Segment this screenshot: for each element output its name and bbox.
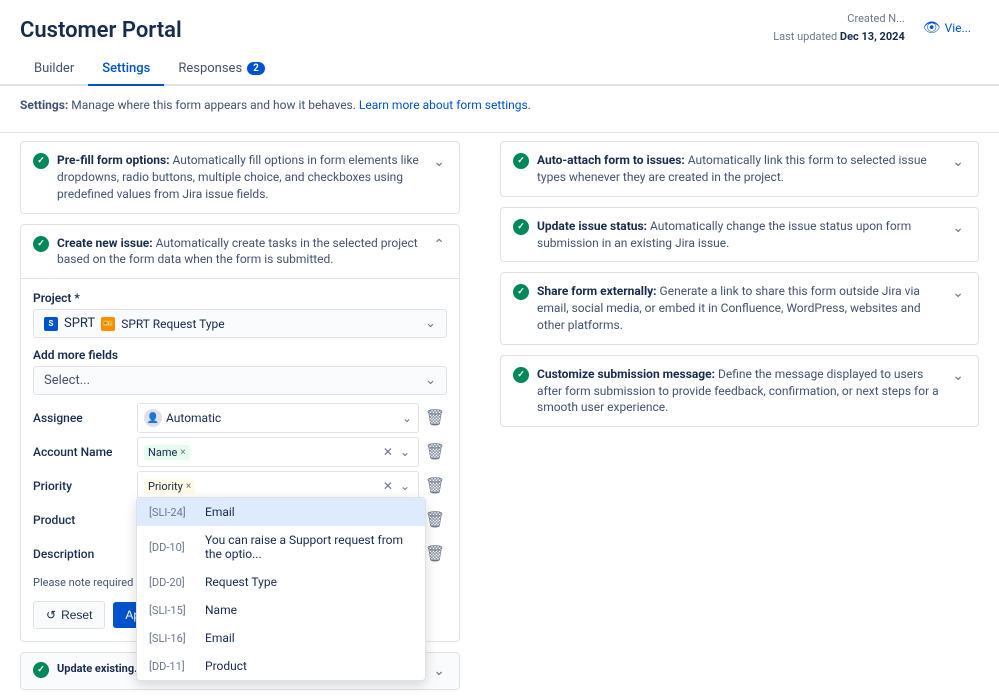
- share-form-text: Share form externally: Generate a link t…: [537, 283, 950, 333]
- dropdown-item-dd20[interactable]: [DD-20] Request Type: [137, 568, 425, 596]
- update-chevron-icon[interactable]: ⌄: [431, 661, 447, 681]
- add-fields-select[interactable]: Select... ⌄: [33, 366, 447, 395]
- view-button[interactable]: 👁 Vie...: [915, 16, 979, 40]
- dropdown-id-2: [DD-10]: [149, 541, 199, 554]
- update-status-chevron-icon[interactable]: ⌄: [950, 218, 966, 238]
- prefill-chevron-icon[interactable]: ⌄: [431, 152, 447, 172]
- dropdown-id-1: [SLI-24]: [149, 506, 199, 519]
- add-fields-chevron-icon: ⌄: [425, 373, 436, 388]
- check-icon-customize: [513, 367, 529, 383]
- field-dropdown: [SLI-24] Email [DD-10] You can raise a S…: [136, 497, 426, 681]
- priority-tag: Priority ×: [144, 479, 195, 494]
- project-select[interactable]: S SPRT 🎫 SPRT Request Type ⌄: [33, 309, 447, 338]
- field-row-assignee: Assignee 👤 Automatic ⌄ 🗑: [33, 403, 447, 433]
- pre-fill-section: Pre-fill form options: Automatically fil…: [20, 141, 460, 213]
- check-icon-prefill: [33, 153, 49, 169]
- request-type-icon: 🎫: [101, 317, 115, 331]
- add-fields-label: Add more fields: [33, 348, 447, 362]
- account-name-select[interactable]: Name × ✕ ⌄: [137, 437, 419, 467]
- product-delete-button[interactable]: 🗑: [423, 508, 447, 532]
- product-label: Product: [33, 513, 133, 527]
- description-label: Description: [33, 547, 133, 561]
- project-field-label: Project *: [33, 291, 447, 305]
- priority-chevron-icon[interactable]: ⌄: [398, 477, 412, 495]
- reset-icon: ↺: [46, 608, 56, 622]
- priority-delete-button[interactable]: 🗑: [423, 474, 447, 498]
- learn-more-link[interactable]: Learn more about form settings.: [359, 98, 531, 112]
- field-row-account-name: Account Name Name × ✕ ⌄: [33, 437, 447, 467]
- priority-tag-close[interactable]: ×: [186, 481, 191, 492]
- pre-fill-text: Pre-fill form options: Automatically fil…: [57, 152, 431, 202]
- project-sprt: SPRT: [64, 316, 95, 331]
- assignee-delete-button[interactable]: 🗑: [423, 406, 447, 430]
- dropdown-id-6: [DD-11]: [149, 660, 199, 673]
- create-issue-text: Create new issue: Automatically create t…: [57, 235, 431, 269]
- update-status-section: Update issue status: Automatically chang…: [500, 207, 979, 263]
- dropdown-id-4: [SLI-15]: [149, 604, 199, 617]
- dropdown-label-2: You can raise a Support request from the…: [205, 533, 413, 561]
- right-panel: Auto-attach form to issues: Automaticall…: [480, 141, 979, 699]
- assignee-value: Automatic: [166, 411, 221, 425]
- create-chevron-icon[interactable]: ⌃: [431, 235, 447, 255]
- assignee-label: Assignee: [33, 411, 133, 425]
- project-icon: S: [44, 317, 58, 331]
- tab-responses[interactable]: Responses 2: [164, 53, 279, 86]
- settings-description: Manage where this form appears and how i…: [71, 98, 359, 112]
- page-title: Customer Portal: [20, 18, 182, 43]
- check-icon-share: [513, 284, 529, 300]
- assignee-chevron-icon: ⌄: [402, 411, 412, 425]
- request-type-label: SPRT Request Type: [121, 317, 224, 331]
- dropdown-label-6: Product: [205, 659, 247, 673]
- auto-attach-chevron-icon[interactable]: ⌄: [950, 152, 966, 172]
- tab-settings[interactable]: Settings: [88, 53, 164, 86]
- dropdown-item-sli15[interactable]: [SLI-15] Name: [137, 596, 425, 624]
- customize-text: Customize submission message: Define the…: [537, 366, 950, 416]
- tab-builder[interactable]: Builder: [20, 53, 88, 86]
- reset-button[interactable]: ↺ Reset: [33, 601, 105, 629]
- header-meta: Created N... Last updated Dec 13, 2024: [773, 10, 905, 45]
- assignee-select[interactable]: 👤 Automatic ⌄: [137, 403, 419, 433]
- update-status-text: Update issue status: Automatically chang…: [537, 218, 950, 252]
- check-icon-status: [513, 219, 529, 235]
- dropdown-item-dd10[interactable]: [DD-10] You can raise a Support request …: [137, 526, 425, 568]
- dropdown-label-3: Request Type: [205, 575, 277, 589]
- customize-section: Customize submission message: Define the…: [500, 355, 979, 427]
- eye-icon: 👁: [923, 20, 941, 36]
- dropdown-item-dd11[interactable]: [DD-11] Product: [137, 652, 425, 680]
- share-form-chevron-icon[interactable]: ⌄: [950, 283, 966, 303]
- check-icon-auto-attach: [513, 153, 529, 169]
- account-name-delete-button[interactable]: 🗑: [423, 440, 447, 464]
- dropdown-item-sli16[interactable]: [SLI-16] Email: [137, 624, 425, 652]
- priority-label: Priority: [33, 479, 133, 493]
- dropdown-label-1: Email: [205, 505, 235, 519]
- dropdown-label-4: Name: [205, 603, 237, 617]
- dropdown-id-5: [SLI-16]: [149, 632, 199, 645]
- customize-chevron-icon[interactable]: ⌄: [950, 366, 966, 386]
- auto-attach-text: Auto-attach form to issues: Automaticall…: [537, 152, 950, 186]
- description-delete-button[interactable]: 🗑: [423, 542, 447, 566]
- settings-label: Settings:: [20, 98, 68, 112]
- check-icon-create: [33, 236, 49, 252]
- check-icon-update: [33, 662, 49, 678]
- auto-attach-section: Auto-attach form to issues: Automaticall…: [500, 141, 979, 197]
- updated-text: Last updated Dec 13, 2024: [773, 28, 905, 46]
- account-name-tag-close[interactable]: ×: [180, 447, 185, 458]
- share-form-section: Share form externally: Generate a link t…: [500, 272, 979, 344]
- person-icon: 👤: [144, 409, 162, 427]
- account-name-label: Account Name: [33, 445, 133, 459]
- account-clear-icon[interactable]: ✕: [381, 443, 395, 461]
- dropdown-label-5: Email: [205, 631, 235, 645]
- dropdown-item-sli24-email[interactable]: [SLI-24] Email: [137, 498, 425, 526]
- account-name-tag: Name ×: [144, 445, 190, 460]
- priority-clear-icon[interactable]: ✕: [381, 477, 395, 495]
- dropdown-id-3: [DD-20]: [149, 576, 199, 589]
- account-chevron-icon[interactable]: ⌄: [398, 443, 412, 461]
- project-chevron-icon: ⌄: [425, 316, 436, 331]
- responses-badge: 2: [247, 62, 265, 75]
- created-text: Created N...: [773, 10, 905, 28]
